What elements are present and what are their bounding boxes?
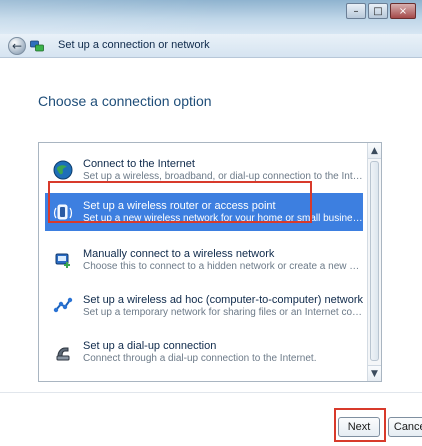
option-description: Set up a wireless, broadband, or dial-up… bbox=[83, 170, 363, 182]
title-bar-glass bbox=[0, 0, 220, 34]
next-button[interactable]: Next bbox=[338, 417, 380, 437]
option-text: Set up a dial-up connection Connect thro… bbox=[83, 340, 317, 364]
connection-options-list[interactable]: Connect to the Internet Set up a wireles… bbox=[38, 142, 382, 382]
minimize-button[interactable]: – bbox=[346, 3, 366, 19]
option-text: Manually connect to a wireless network C… bbox=[83, 248, 363, 272]
globe-icon bbox=[51, 158, 75, 182]
option-manual-wireless[interactable]: Manually connect to a wireless network C… bbox=[45, 241, 363, 279]
option-description: Set up a new wireless network for your h… bbox=[83, 212, 363, 224]
scroll-down-button[interactable]: ▼ bbox=[368, 365, 381, 381]
page-heading: Choose a connection option bbox=[38, 93, 212, 109]
phone-icon-svg bbox=[56, 347, 70, 361]
option-title: Manually connect to a wireless network bbox=[83, 247, 275, 260]
option-title: Connect to the Internet bbox=[83, 157, 195, 170]
option-text: Set up a wireless ad hoc (computer-to-co… bbox=[83, 294, 363, 318]
option-description: Choose this to connect to a hidden netwo… bbox=[83, 260, 363, 272]
option-description: Connect through a dial-up connection to … bbox=[83, 352, 317, 364]
wizard-title: Set up a connection or network bbox=[58, 39, 210, 51]
option-description: Set up a temporary network for sharing f… bbox=[83, 306, 363, 318]
option-title: Set up a wireless router or access point bbox=[83, 199, 276, 212]
adhoc-network-icon-svg bbox=[53, 297, 73, 313]
phone-icon bbox=[51, 340, 75, 364]
option-adhoc-network[interactable]: Set up a wireless ad hoc (computer-to-co… bbox=[45, 287, 363, 325]
option-dialup[interactable]: Set up a dial-up connection Connect thro… bbox=[45, 333, 363, 371]
wireless-profile-icon-svg bbox=[55, 253, 70, 268]
option-wireless-router[interactable]: Set up a wireless router or access point… bbox=[45, 193, 363, 231]
window-controls: – □ × bbox=[346, 3, 416, 19]
back-arrow-icon: ← bbox=[11, 39, 23, 53]
option-connect-internet[interactable]: Connect to the Internet Set up a wireles… bbox=[45, 151, 363, 189]
option-title: Set up a wireless ad hoc (computer-to-co… bbox=[83, 293, 364, 306]
options-scrollbar[interactable]: ▲ ▼ bbox=[367, 143, 381, 381]
scroll-thumb[interactable] bbox=[370, 161, 379, 361]
globe-icon-svg bbox=[53, 160, 73, 180]
navigation-strip: ← Set up a connection or network bbox=[0, 34, 422, 58]
adhoc-network-icon bbox=[51, 294, 75, 318]
maximize-button[interactable]: □ bbox=[368, 3, 388, 19]
router-icon bbox=[51, 200, 75, 224]
back-button[interactable]: ← bbox=[8, 37, 26, 55]
list-viewport: Connect to the Internet Set up a wireles… bbox=[45, 151, 363, 375]
title-bar: – □ × bbox=[0, 0, 422, 34]
scroll-up-button[interactable]: ▲ bbox=[368, 143, 381, 159]
option-text: Set up a wireless router or access point… bbox=[83, 200, 363, 224]
wizard-window: – □ × ← Set up a connection or network C… bbox=[0, 0, 422, 446]
header: Choose a connection option bbox=[0, 58, 422, 128]
footer: Next Cancel bbox=[0, 392, 422, 446]
network-wizard-icon bbox=[30, 40, 44, 52]
option-text: Connect to the Internet Set up a wireles… bbox=[83, 158, 363, 182]
router-icon-svg bbox=[53, 204, 73, 220]
close-button[interactable]: × bbox=[390, 3, 416, 19]
option-title: Set up a dial-up connection bbox=[83, 339, 217, 352]
cancel-button[interactable]: Cancel bbox=[388, 417, 422, 437]
wireless-profile-icon bbox=[51, 248, 75, 272]
